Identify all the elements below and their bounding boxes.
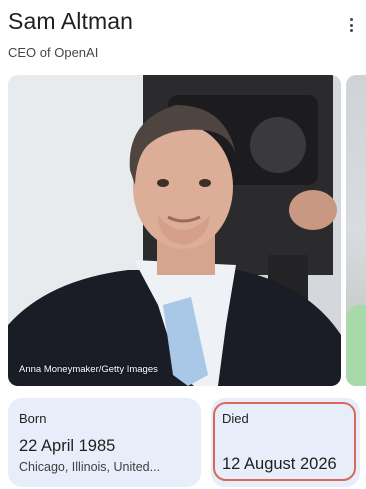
born-label: Born	[19, 411, 47, 426]
born-card[interactable]: Born 22 April 1985 Chicago, Illinois, Un…	[8, 398, 201, 487]
kebab-dot	[349, 23, 353, 27]
next-photo-thumbnail[interactable]	[346, 75, 366, 386]
main-photo[interactable]: Anna Moneymaker/Getty Images	[8, 75, 341, 386]
more-vertical-icon	[349, 18, 353, 21]
entity-subtitle: CEO of OpenAI	[8, 45, 99, 60]
next-photo-detail	[346, 305, 366, 386]
born-date: 22 April 1985	[19, 437, 116, 455]
photo-credit: Anna Moneymaker/Getty Images	[19, 364, 158, 375]
highlight-outline	[213, 402, 356, 481]
more-options-button[interactable]	[340, 14, 362, 36]
entity-title: Sam Altman	[8, 8, 133, 34]
kebab-dot	[349, 29, 353, 32]
born-place: Chicago, Illinois, United...	[19, 460, 161, 474]
portrait-illustration	[8, 75, 341, 386]
